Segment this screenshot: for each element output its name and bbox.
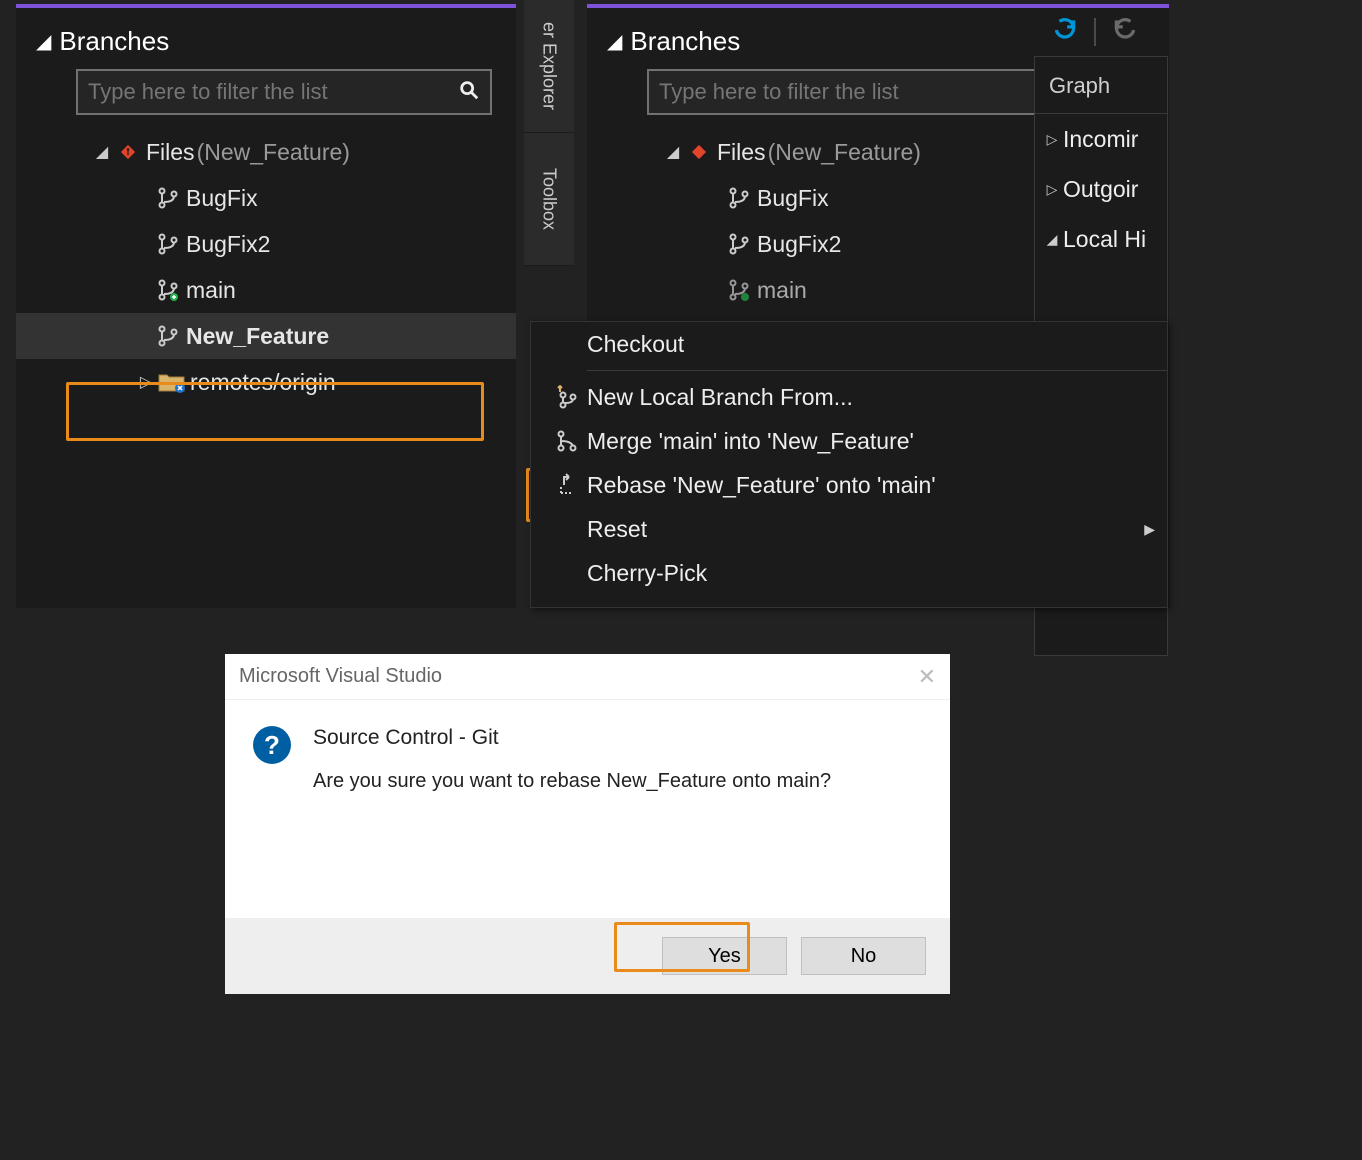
branch-label: BugFix [182,185,258,212]
branch-tracked-icon [725,278,753,302]
toolbar-separator [1094,18,1096,46]
collapse-caret-icon: ◢ [36,29,51,54]
branch-row[interactable]: BugFix2 [16,221,516,267]
side-tab-label: er Explorer [539,22,560,110]
expand-caret-right-icon: ▷ [1041,181,1063,198]
branch-icon [725,186,753,210]
graph-header: Graph [1035,57,1167,114]
filter-input-wrap [76,69,492,115]
filter-input[interactable] [88,79,458,105]
git-repo-icon [685,142,713,162]
remotes-row[interactable]: ▷ remotes/origin [16,359,516,405]
dialog-message: Are you sure you want to rebase New_Feat… [313,770,831,793]
question-icon: ? [253,726,291,764]
dialog-titlebar: Microsoft Visual Studio ✕ [225,654,950,700]
menu-label: Reset [587,516,647,543]
panel-title[interactable]: ◢ Branches [16,8,516,69]
side-tab-explorer[interactable]: er Explorer [524,0,574,133]
graph-section-local-history[interactable]: ◢Local Hi [1035,214,1167,264]
branch-row[interactable]: BugFix [16,175,516,221]
dialog-title-text: Microsoft Visual Studio [239,665,442,688]
branch-row-tracked[interactable]: main [16,267,516,313]
merge-icon [547,429,587,453]
branch-context-menu: Checkout New Local Branch From... Merge … [530,321,1168,608]
menu-label: Rebase 'New_Feature' onto 'main' [587,472,936,499]
menu-label: New Local Branch From... [587,384,853,411]
menu-new-branch[interactable]: New Local Branch From... [531,375,1167,419]
expand-caret-right-icon: ▷ [1041,131,1063,148]
git-repo-icon [114,142,142,162]
rebase-icon [547,473,587,497]
repo-branch-suffix: (New_Feature) [766,139,921,166]
menu-label: Merge 'main' into 'New_Feature' [587,428,914,455]
graph-section-incoming[interactable]: ▷Incomir [1035,114,1167,164]
branch-row-current[interactable]: New_Feature [16,313,516,359]
collapse-caret-icon: ◢ [607,29,622,54]
no-button[interactable]: No [801,937,926,975]
menu-label: Cherry-Pick [587,560,707,587]
expand-caret-icon: ◢ [661,142,685,162]
menu-reset[interactable]: Reset ▶ [531,507,1167,551]
branches-panel-left: ◢ Branches ◢ Files (New_Feature) BugFix [16,4,516,608]
menu-checkout[interactable]: Checkout [531,322,1167,366]
confirm-dialog: Microsoft Visual Studio ✕ ? Source Contr… [225,654,950,994]
search-icon[interactable] [458,79,480,106]
remotes-label: remotes/origin [186,369,336,396]
side-tab-label: Toolbox [539,168,560,230]
expand-caret-right-icon: ▷ [134,372,158,392]
menu-separator [587,370,1167,371]
graph-section-outgoing[interactable]: ▷Outgoir [1035,164,1167,214]
menu-cherry-pick[interactable]: Cherry-Pick [531,551,1167,595]
branch-icon [154,324,182,348]
branch-label: BugFix [753,185,829,212]
branch-label: BugFix2 [182,231,270,258]
fetch-button[interactable] [1112,16,1138,49]
side-tab-toolbox[interactable]: Toolbox [524,133,574,266]
branch-icon [154,186,182,210]
branch-tracked-icon [154,278,182,302]
side-tab-strip: er Explorer Toolbox [524,0,574,266]
new-branch-icon [547,385,587,409]
button-label: No [851,945,877,968]
remote-folder-icon [158,371,186,393]
submenu-arrow-icon: ▶ [1144,521,1155,538]
repo-row[interactable]: ◢ Files (New_Feature) [16,129,516,175]
yes-button[interactable]: Yes [662,937,787,975]
current-branch-label: New_Feature [182,323,329,350]
button-label: Yes [708,945,741,968]
git-toolbar [1034,4,1168,56]
repo-label: Files [142,139,195,166]
expand-caret-icon: ◢ [90,142,114,162]
branch-icon [154,232,182,256]
branch-label: main [753,277,807,304]
menu-rebase[interactable]: Rebase 'New_Feature' onto 'main' [531,463,1167,507]
close-icon[interactable]: ✕ [918,664,936,690]
panel-title-text: Branches [630,26,740,57]
branch-icon [725,232,753,256]
panel-title-text: Branches [59,26,169,57]
repo-label: Files [713,139,766,166]
menu-label: Checkout [587,331,684,358]
graph-label: Outgoir [1063,176,1138,203]
repo-branch-suffix: (New_Feature) [195,139,350,166]
graph-label: Local Hi [1063,226,1146,253]
branch-label: main [182,277,236,304]
dialog-button-bar: Yes No [225,918,950,994]
dialog-heading: Source Control - Git [313,726,831,750]
graph-label: Incomir [1063,126,1138,153]
menu-merge[interactable]: Merge 'main' into 'New_Feature' [531,419,1167,463]
collapse-caret-icon: ◢ [1041,231,1063,248]
branch-tree: ◢ Files (New_Feature) BugFix BugFix2 mai… [16,129,516,405]
refresh-button[interactable] [1052,16,1078,49]
branch-label: BugFix2 [753,231,841,258]
